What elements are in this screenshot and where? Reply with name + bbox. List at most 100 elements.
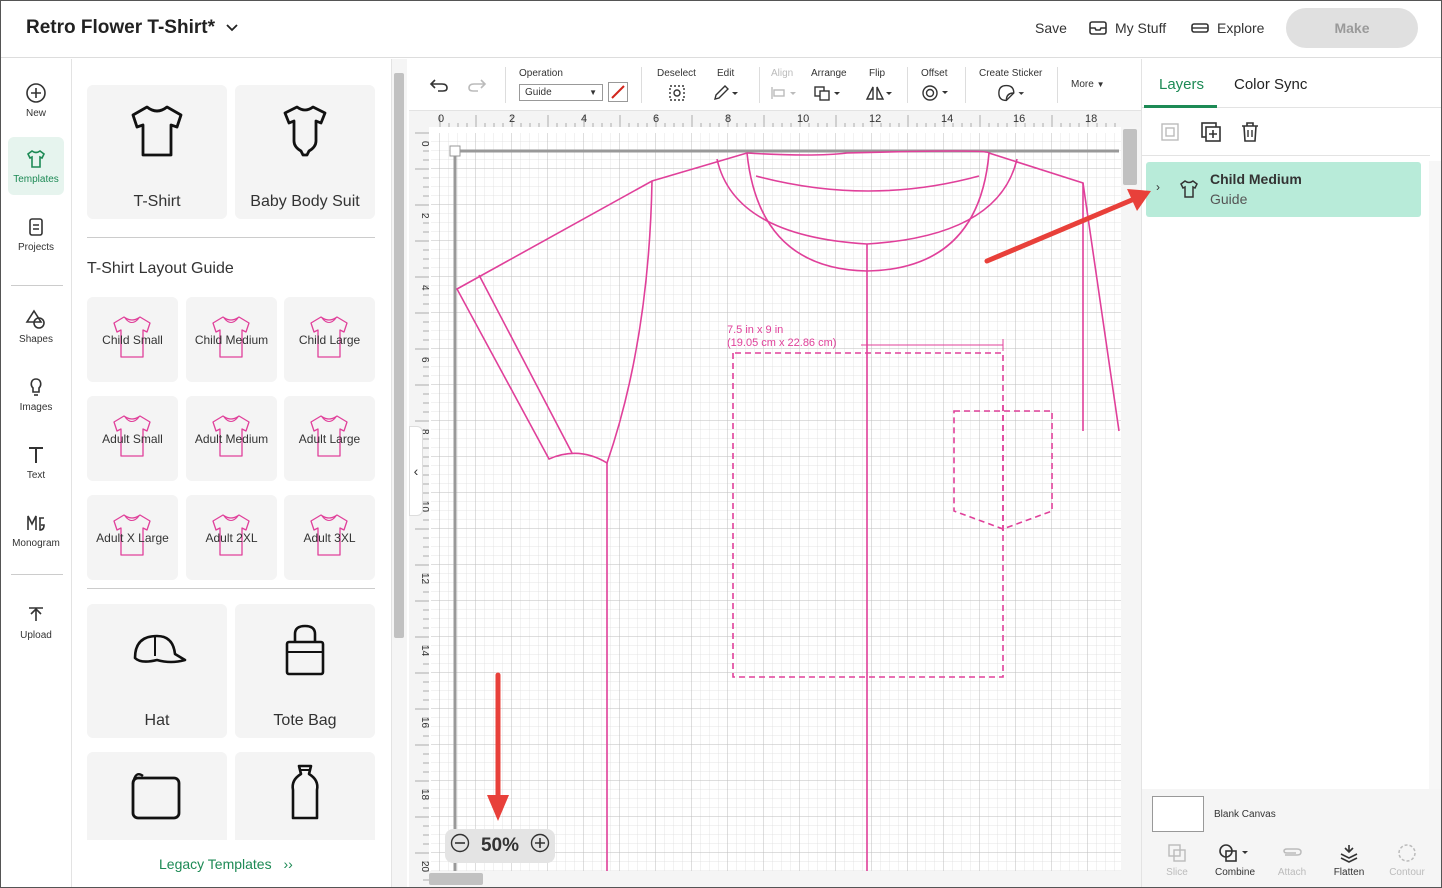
layer-type: Guide <box>1210 191 1248 207</box>
ruler-top-label: 12 <box>869 113 881 125</box>
nav-text-label: Text <box>26 469 46 481</box>
group-icon[interactable] <box>1160 122 1180 147</box>
nav-monogram-label: Monogram <box>12 537 60 549</box>
nav-monogram[interactable]: Monogram <box>8 501 64 559</box>
arrange-icon[interactable] <box>813 83 841 103</box>
tab-layers[interactable]: Layers <box>1159 76 1204 93</box>
template-size-card[interactable]: Child Medium <box>186 297 277 382</box>
nav-images[interactable]: Images <box>8 365 64 423</box>
template-size-card[interactable]: Child Small <box>87 297 178 382</box>
align-label: Align <box>771 68 794 79</box>
nav-templates-label: Templates <box>13 173 59 185</box>
upload-icon <box>29 606 43 621</box>
align-icon[interactable] <box>769 83 797 103</box>
layout-guide-title: T-Shirt Layout Guide <box>87 260 234 277</box>
template-size-label: Child Large <box>298 332 361 347</box>
combine-button[interactable]: Combine <box>1207 843 1263 878</box>
redo-icon[interactable] <box>463 75 491 95</box>
template-size-card[interactable]: Adult Large <box>284 396 375 481</box>
edit-toolbar: Operation Guide ▼ Deselect Edit Align Ar… <box>409 59 1141 111</box>
save-button[interactable]: Save <box>1035 20 1067 36</box>
deselect-icon[interactable] <box>663 83 691 103</box>
ruler-top-label: 8 <box>725 113 731 125</box>
chevron-left-icon: ‹ <box>413 463 419 479</box>
template-size-label: Adult Large <box>298 431 361 446</box>
template-size-card[interactable]: Adult Medium <box>186 396 277 481</box>
flatten-label: Flatten <box>1333 867 1365 878</box>
create-sticker-label: Create Sticker <box>979 68 1043 79</box>
duplicate-icon[interactable] <box>1200 121 1222 148</box>
template-size-card[interactable]: Adult 2XL <box>186 495 277 580</box>
explore-button[interactable]: Explore <box>1191 20 1264 36</box>
layer-row[interactable]: › Child Medium Guide <box>1146 162 1421 217</box>
toolbar-divider <box>965 67 966 103</box>
explore-label: Explore <box>1217 20 1265 36</box>
project-title[interactable]: Retro Flower T-Shirt* <box>26 17 239 39</box>
layers-scrollbar[interactable] <box>1429 161 1441 789</box>
templates-scrollbar-thumb[interactable] <box>394 73 404 638</box>
zoom-out-icon[interactable] <box>450 833 470 859</box>
layer-name: Child Medium <box>1210 171 1302 187</box>
legacy-templates-link[interactable]: Legacy Templates ›› <box>159 856 293 872</box>
template-size-label: Adult 2XL <box>205 530 258 545</box>
paperclip-icon <box>1283 848 1302 856</box>
template-tshirt[interactable]: T-Shirt <box>87 85 227 219</box>
ruler-top-label: 18 <box>1085 113 1097 125</box>
template-size-label: Adult Medium <box>194 431 269 446</box>
tshirt-icon <box>1180 180 1198 198</box>
monogram-icon <box>27 515 45 531</box>
annotation-arrow-icon <box>487 672 509 821</box>
collapse-panel-button[interactable]: ‹ <box>409 426 423 516</box>
slice-button[interactable]: Slice <box>1149 843 1205 878</box>
template-bottle-bag[interactable] <box>235 752 375 840</box>
template-tote-bag[interactable]: Tote Bag <box>235 604 375 738</box>
nav-shapes[interactable]: Shapes <box>8 297 64 355</box>
tshirt-icon <box>131 105 183 157</box>
top-bar: Retro Flower T-Shirt* Save My Stuff Expl… <box>1 1 1441 58</box>
ruler-left-label: 12 <box>419 573 430 585</box>
template-size-card[interactable]: Adult 3XL <box>284 495 375 580</box>
operation-select[interactable]: Guide ▼ <box>519 84 603 101</box>
ruler-top-label: 0 <box>438 113 444 125</box>
tab-color-sync[interactable]: Color Sync <box>1234 76 1307 93</box>
template-baby-body-suit[interactable]: Baby Body Suit <box>235 85 375 219</box>
ruler-top-label: 10 <box>797 113 809 125</box>
nav-projects[interactable]: Projects <box>8 205 64 263</box>
my-stuff-label: My Stuff <box>1115 20 1167 36</box>
zoom-in-icon[interactable] <box>530 833 550 859</box>
ruler-left-label: 14 <box>419 645 430 657</box>
make-button[interactable]: Make <box>1286 8 1418 48</box>
color-swatch[interactable] <box>608 82 628 102</box>
template-hat[interactable]: Hat <box>87 604 227 738</box>
bottle-bag-icon <box>291 764 319 820</box>
sticker-icon[interactable] <box>997 83 1025 103</box>
template-size-card[interactable]: Adult X Large <box>87 495 178 580</box>
make-label: Make <box>1334 20 1370 36</box>
template-size-card[interactable]: Adult Small <box>87 396 178 481</box>
template-tshirt-label: T-Shirt <box>133 193 181 210</box>
chevron-down-icon[interactable] <box>225 20 239 36</box>
nav-new-label: New <box>25 107 46 119</box>
flatten-button[interactable]: Flatten <box>1321 843 1377 878</box>
offset-icon[interactable] <box>921 83 949 103</box>
blank-canvas-swatch[interactable] <box>1152 796 1204 832</box>
nav-new[interactable]: New <box>8 71 64 129</box>
template-size-label: Adult 3XL <box>303 530 356 545</box>
trash-icon[interactable] <box>1240 121 1260 148</box>
nav-templates[interactable]: Templates <box>8 137 64 195</box>
pencil-icon[interactable] <box>711 83 739 103</box>
zoom-level: 50% <box>480 835 520 856</box>
attach-button[interactable]: Attach <box>1264 843 1320 878</box>
nav-upload[interactable]: Upload <box>8 593 64 651</box>
flip-icon[interactable] <box>865 83 893 103</box>
ruler-left-label: 20 <box>419 861 430 873</box>
arrange-label: Arrange <box>811 68 847 79</box>
template-size-card[interactable]: Child Large <box>284 297 375 382</box>
actions-divider <box>1142 155 1430 156</box>
my-stuff-button[interactable]: My Stuff <box>1089 20 1166 36</box>
nav-text[interactable]: Text <box>8 433 64 491</box>
template-pouch[interactable] <box>87 752 227 840</box>
undo-icon[interactable] <box>425 75 453 95</box>
more-button[interactable]: More ▼ <box>1071 79 1105 90</box>
contour-button[interactable]: Contour <box>1379 843 1435 878</box>
